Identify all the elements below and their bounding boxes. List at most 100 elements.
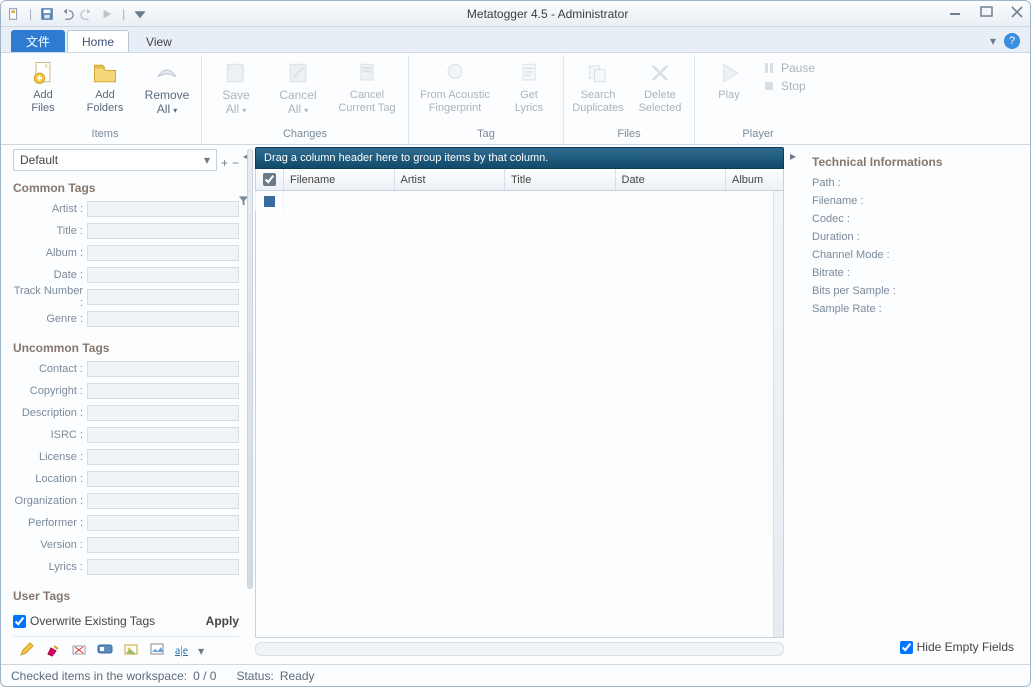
get-lyrics-button[interactable]: GetLyrics <box>501 59 557 115</box>
common-field-input-title[interactable] <box>87 223 239 239</box>
close-icon[interactable] <box>1010 6 1024 21</box>
uncommon-field-input-location[interactable] <box>87 471 239 487</box>
tab-home[interactable]: Home <box>67 30 129 52</box>
status-bar: Checked items in the workspace: 0 / 0 St… <box>1 664 1030 686</box>
tool-art-icon[interactable] <box>123 641 139 660</box>
common-field-input-genre[interactable] <box>87 311 239 327</box>
col-title[interactable]: Title <box>505 169 616 190</box>
add-files-button[interactable]: AddFiles <box>15 59 71 115</box>
header-checkbox-cell[interactable] <box>256 169 284 190</box>
tech-info-title: Technical Informations <box>812 155 1016 169</box>
minimize-ribbon-icon[interactable]: ▾ <box>990 34 996 48</box>
overwrite-checkbox[interactable] <box>13 615 26 628</box>
col-date[interactable]: Date <box>616 169 727 190</box>
common-field-row: Date : <box>13 265 239 285</box>
redo-icon[interactable] <box>80 7 94 21</box>
maximize-icon[interactable] <box>980 6 994 21</box>
uncommon-field-input-performer[interactable] <box>87 515 239 531</box>
tool-chevron-icon[interactable]: ▾ <box>198 644 204 658</box>
common-field-row: Album : <box>13 243 239 263</box>
uncommon-tags-title: Uncommon Tags <box>13 341 239 355</box>
grid-body <box>255 191 784 638</box>
uncommon-field-label: Description : <box>13 407 83 419</box>
uncommon-field-row: Organization : <box>13 491 239 511</box>
uncommon-field-input-license[interactable] <box>87 449 239 465</box>
filter-row-checkbox[interactable] <box>256 191 284 211</box>
help-icon[interactable]: ? <box>1004 33 1020 49</box>
uncommon-field-input-lyrics[interactable] <box>87 559 239 575</box>
cancel-all-button[interactable]: CancelAll ▾ <box>270 59 326 117</box>
preset-selector[interactable]: ▾ <box>13 149 217 171</box>
add-folders-button[interactable]: AddFolders <box>77 59 133 115</box>
tool-pic-icon[interactable] <box>149 641 165 660</box>
tech-info-row: Channel Mode : <box>812 249 1016 261</box>
preset-remove-icon[interactable]: − <box>232 156 239 170</box>
right-splitter[interactable]: ▸ <box>788 145 798 664</box>
stop-button[interactable]: Stop <box>763 79 815 93</box>
tech-info-row: Bitrate : <box>812 267 1016 279</box>
group-changes-label: Changes <box>208 126 402 144</box>
col-album[interactable]: Album <box>726 169 783 190</box>
preset-add-icon[interactable]: + <box>221 156 228 170</box>
col-filename[interactable]: Filename <box>284 169 395 190</box>
save-all-button[interactable]: SaveAll ▾ <box>208 59 264 117</box>
uncommon-field-input-copyright[interactable] <box>87 383 239 399</box>
tab-view[interactable]: View <box>131 30 187 52</box>
common-field-label: Artist : <box>13 203 83 215</box>
common-field-row: Title : <box>13 221 239 241</box>
col-artist[interactable]: Artist <box>395 169 506 190</box>
qat-customize-icon[interactable] <box>133 7 147 21</box>
common-field-input-track-number[interactable] <box>87 289 239 305</box>
uncommon-field-input-organization[interactable] <box>87 493 239 509</box>
uncommon-field-input-isrc[interactable] <box>87 427 239 443</box>
uncommon-field-input-version[interactable] <box>87 537 239 553</box>
undo-icon[interactable] <box>60 7 74 21</box>
grid-header: Filename Artist Title Date Album <box>255 169 784 191</box>
uncommon-field-input-description[interactable] <box>87 405 239 421</box>
tool-edit-icon[interactable] <box>19 641 35 660</box>
uncommon-field-input-contact[interactable] <box>87 361 239 377</box>
acoustic-fingerprint-button[interactable]: From AcousticFingerprint <box>415 59 495 115</box>
vertical-scrollbar[interactable] <box>773 191 783 637</box>
status-checked-count: 0 / 0 <box>193 669 216 683</box>
play-small-icon[interactable] <box>100 7 114 21</box>
common-field-row: Track Number : <box>13 287 239 307</box>
uncommon-field-row: ISRC : <box>13 425 239 445</box>
tab-file[interactable]: 文件 <box>11 30 65 52</box>
tech-info-row: Path : <box>812 177 1016 189</box>
left-pane-scrollbar[interactable] <box>247 145 255 628</box>
hide-empty-checkbox[interactable] <box>900 641 913 654</box>
pause-button[interactable]: Pause <box>763 61 815 75</box>
horizontal-scrollbar[interactable] <box>255 642 784 656</box>
uncommon-field-row: Location : <box>13 469 239 489</box>
common-field-label: Track Number : <box>13 285 83 309</box>
tool-del-icon[interactable] <box>71 641 87 660</box>
common-field-input-album[interactable] <box>87 245 239 261</box>
overwrite-label: Overwrite Existing Tags <box>30 614 155 628</box>
group-by-bar[interactable]: Drag a column header here to group items… <box>255 147 784 169</box>
cancel-current-tag-button[interactable]: CancelCurrent Tag <box>332 59 402 115</box>
group-files-label: Files <box>570 126 688 144</box>
uncommon-field-row: Contact : <box>13 359 239 379</box>
edit-user-tags-link[interactable]: Edit User Tags... <box>13 607 239 608</box>
common-field-input-date[interactable] <box>87 267 239 283</box>
tool-tag-icon[interactable] <box>97 641 113 660</box>
play-button[interactable]: Play <box>701 59 757 102</box>
preset-input[interactable] <box>14 153 198 167</box>
save-icon[interactable] <box>40 7 54 21</box>
tech-info-row: Filename : <box>812 195 1016 207</box>
remove-all-button[interactable]: RemoveAll ▾ <box>139 59 195 117</box>
chevron-down-icon[interactable]: ▾ <box>198 153 216 167</box>
tool-text-icon[interactable]: a|e <box>175 643 188 658</box>
uncommon-field-label: License : <box>13 451 83 463</box>
apply-button[interactable]: Apply <box>206 614 239 628</box>
uncommon-field-label: Contact : <box>13 363 83 375</box>
common-field-label: Title : <box>13 225 83 237</box>
search-duplicates-button[interactable]: SearchDuplicates <box>570 59 626 115</box>
delete-selected-button[interactable]: DeleteSelected <box>632 59 688 115</box>
uncommon-field-label: Performer : <box>13 517 83 529</box>
minimize-icon[interactable] <box>948 6 964 21</box>
tool-brush-icon[interactable] <box>45 641 61 660</box>
ribbon-tabs: 文件 Home View ▾ ? <box>1 27 1030 53</box>
common-field-input-artist[interactable] <box>87 201 239 217</box>
